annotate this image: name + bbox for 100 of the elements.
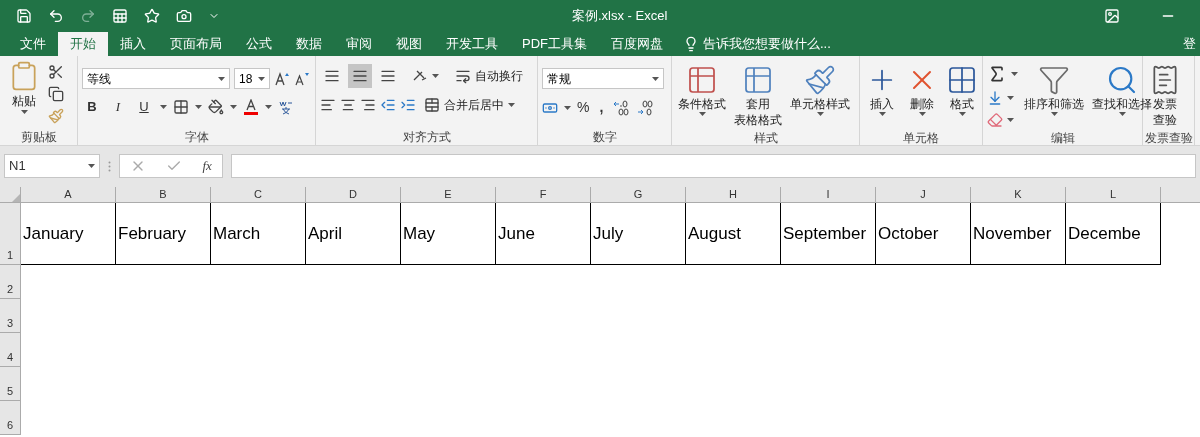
increase-indent-icon[interactable] [400, 97, 416, 113]
ribbon-tab[interactable]: 视图 [384, 32, 434, 56]
caret-icon [230, 104, 237, 109]
fill-color-icon[interactable] [208, 98, 224, 115]
column-header[interactable]: I [781, 187, 876, 202]
ribbon-button[interactable]: 排序和筛选 [1022, 60, 1086, 130]
scissors-icon[interactable] [48, 64, 64, 80]
align-right-icon[interactable] [360, 97, 376, 113]
caret-icon [20, 110, 28, 114]
bold-button[interactable]: B [82, 97, 102, 117]
grow-font-icon[interactable] [274, 70, 290, 87]
filter-icon [1038, 64, 1070, 96]
ribbon-tab[interactable]: 数据 [284, 32, 334, 56]
group-label: 样式 [752, 130, 779, 146]
group-label: 发票查验 [1143, 130, 1194, 146]
merge-cells-icon [424, 97, 440, 113]
table-cell: October [876, 203, 971, 265]
caret-icon [218, 76, 225, 81]
percent-button[interactable]: % [577, 97, 590, 118]
table-cell: February [116, 203, 211, 265]
column-header[interactable]: L [1066, 187, 1161, 202]
group-label: 剪贴板 [19, 129, 58, 145]
column-header[interactable]: F [496, 187, 591, 202]
insert-function-button[interactable]: fx [202, 156, 212, 176]
caret-icon [258, 76, 265, 81]
row-header[interactable]: 6 [0, 401, 21, 435]
comma-button[interactable]: , [595, 97, 608, 118]
ribbon-tab[interactable]: 开发工具 [434, 32, 510, 56]
ribbon-button[interactable]: 格式 [944, 60, 980, 130]
decrease-indent-icon[interactable] [380, 97, 396, 113]
caret-icon [432, 74, 439, 78]
column-header[interactable]: J [876, 187, 971, 202]
ribbon-tab[interactable]: PDF工具集 [510, 32, 599, 56]
save-icon[interactable] [16, 8, 32, 24]
ribbon-tab[interactable]: 百度网盘 [599, 32, 675, 56]
ribbon-tab[interactable]: 审阅 [334, 32, 384, 56]
camera-icon[interactable] [176, 8, 192, 24]
ribbon-button[interactable]: 插入 [864, 60, 900, 130]
column-header[interactable]: A [21, 187, 116, 202]
ribbon-tab[interactable]: 文件 [8, 32, 58, 56]
align-center-icon[interactable] [340, 97, 356, 113]
increase-decimal-icon[interactable] [613, 99, 632, 116]
ribbon-button[interactable]: 单元格样式 [788, 60, 852, 130]
font-size-select[interactable]: 18 [234, 68, 270, 89]
caret-icon [88, 164, 95, 168]
column-header[interactable]: D [306, 187, 401, 202]
clear-icon[interactable] [987, 112, 1003, 128]
ribbon-tab[interactable]: 插入 [108, 32, 158, 56]
ribbon-button[interactable]: 查找和选择 [1090, 60, 1154, 130]
column-header[interactable]: H [686, 187, 781, 202]
row-header[interactable]: 3 [0, 299, 21, 333]
vertical-align-button[interactable] [348, 64, 372, 88]
caret-icon [1007, 96, 1014, 100]
column-header[interactable]: K [971, 187, 1066, 202]
row-header[interactable]: 2 [0, 265, 21, 299]
column-header[interactable]: C [211, 187, 306, 202]
caret-icon [1011, 72, 1018, 76]
caret-icon [564, 105, 571, 110]
wrap-text-button[interactable]: 自动换行 [455, 67, 523, 85]
row-header[interactable]: 4 [0, 333, 21, 367]
table-cell: July [591, 203, 686, 265]
caret-icon [918, 112, 926, 116]
underline-button[interactable]: U [134, 97, 154, 117]
tell-me-link[interactable]: 告诉我您想要做什么... [703, 34, 831, 54]
merge-center-button[interactable]: 合并后居中 [424, 96, 515, 114]
font-color-icon[interactable] [243, 98, 259, 115]
row-header[interactable]: 5 [0, 367, 21, 401]
ribbon-tab[interactable]: 公式 [234, 32, 284, 56]
table-cell: March [211, 203, 306, 265]
group-label: 对齐方式 [401, 129, 452, 145]
ribbon-tab[interactable]: 页面布局 [158, 32, 234, 56]
paste-button[interactable]: 粘贴 [4, 60, 44, 114]
ribbon-tab[interactable]: 开始 [58, 32, 108, 56]
row-header[interactable]: 1 [0, 203, 21, 265]
name-box[interactable]: N1 [4, 154, 100, 178]
column-header[interactable]: E [401, 187, 496, 202]
copy-icon[interactable] [48, 86, 64, 102]
number-format-select[interactable]: 常规 [542, 68, 664, 89]
table-icon [686, 64, 718, 96]
table-cell: April [306, 203, 401, 265]
caret-icon [958, 112, 966, 116]
column-header[interactable]: G [591, 187, 686, 202]
column-header[interactable]: B [116, 187, 211, 202]
group-label: 单元格 [902, 130, 940, 146]
lightbulb-icon [683, 36, 699, 52]
ribbon-button[interactable]: 套用 表格格式 [732, 60, 784, 130]
ribbon-button[interactable]: 删除 [904, 60, 940, 130]
undo-icon[interactable] [48, 8, 64, 24]
borders-icon[interactable] [173, 98, 189, 115]
decrease-decimal-icon[interactable] [637, 99, 656, 116]
align-left-icon[interactable] [320, 97, 336, 113]
ribbon-button[interactable]: 条件格式 [676, 60, 728, 130]
formula-field[interactable] [231, 154, 1196, 178]
fill-icon[interactable] [987, 90, 1003, 106]
caret-icon [265, 104, 272, 109]
italic-button[interactable]: I [108, 97, 128, 117]
font-name-select[interactable]: 等线 [82, 68, 230, 89]
sign-in-link[interactable]: 登 [1183, 32, 1200, 56]
shrink-font-icon[interactable] [294, 70, 310, 87]
star-icon[interactable] [144, 8, 160, 24]
